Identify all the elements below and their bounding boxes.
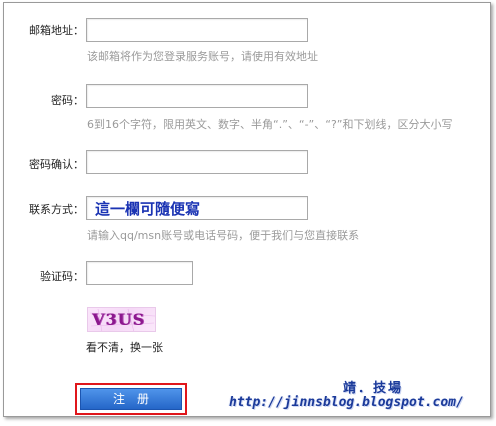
password-hint: 6到16个字符，限用英文、数字、半角“.”、“-”、“?”和下划线，区分大小写 bbox=[87, 118, 453, 131]
register-button[interactable]: 注册 bbox=[80, 388, 182, 410]
watermark-url: http://jinnsblog.blogspot.com/ bbox=[229, 395, 464, 410]
email-label: 邮箱地址： bbox=[29, 24, 84, 37]
watermark-title: 靖．技場 bbox=[343, 381, 404, 396]
contact-label: 联系方式： bbox=[29, 203, 84, 216]
password-label: 密码： bbox=[51, 94, 84, 107]
contact-hint: 请输入qq/msn账号或电话号码，便于我们与您直接联系 bbox=[87, 229, 360, 242]
confirm-password-label: 密码确认： bbox=[29, 158, 84, 171]
contact-value: 這一欄可隨便寫 bbox=[95, 200, 201, 218]
register-button-highlight: 注册 bbox=[75, 383, 187, 415]
confirm-password-field[interactable] bbox=[86, 150, 308, 174]
captcha-image: V3US bbox=[87, 307, 156, 332]
password-field[interactable] bbox=[86, 84, 308, 108]
email-hint: 该邮箱将作为您登录服务账号，请使用有效地址 bbox=[87, 50, 318, 63]
captcha-refresh-link[interactable]: 看不清，换一张 bbox=[86, 339, 163, 355]
captcha-field[interactable] bbox=[86, 261, 193, 285]
contact-field[interactable]: 這一欄可隨便寫 bbox=[86, 196, 308, 220]
email-field[interactable] bbox=[86, 18, 308, 42]
registration-form: 邮箱地址： 该邮箱将作为您登录服务账号，请使用有效地址 密码： 6到16个字符，… bbox=[3, 2, 491, 417]
captcha-label: 验证码： bbox=[40, 270, 84, 283]
captcha-text: V3US bbox=[92, 310, 146, 329]
